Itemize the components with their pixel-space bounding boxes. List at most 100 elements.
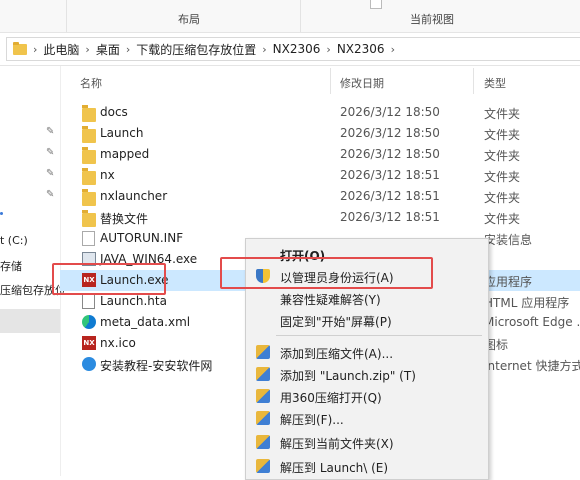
column-header: 名称 修改日期 类型 (60, 66, 580, 96)
file-row-replace-files[interactable]: 替换文件 2026/3/12 18:51 文件夹 (60, 207, 580, 228)
chevron-right-icon[interactable]: › (33, 43, 37, 56)
file-name: Launch.hta (100, 294, 167, 308)
menu-item-label: 添加到压缩文件(A)... (280, 347, 394, 361)
file-date: 2026/3/12 18:50 (340, 147, 440, 161)
menu-item-add-zip[interactable]: 添加到 "Launch.zip" (T) (246, 363, 488, 385)
nx-icon: NX (82, 336, 96, 350)
ribbon-group-current-view: 当前视图 (410, 13, 454, 26)
file-name: 安装教程-安安软件网 (100, 359, 213, 373)
file-name: nx.ico (100, 336, 136, 350)
ribbon: 布局 当前视图 (0, 0, 580, 33)
file-icon (82, 231, 95, 246)
ribbon-dropdown-handle[interactable] (370, 0, 382, 9)
zip-icon (256, 411, 270, 425)
file-row-docs[interactable]: docs 2026/3/12 18:50 文件夹 (60, 102, 580, 123)
file-date: 2026/3/12 18:51 (340, 168, 440, 182)
folder-icon (13, 41, 27, 55)
file-type: 文件夹 (484, 170, 521, 184)
file-name: 替换文件 (100, 212, 149, 226)
menu-item-label: 用360压缩打开(Q) (280, 391, 382, 405)
chevron-right-icon[interactable]: › (126, 43, 130, 56)
chevron-right-icon[interactable]: › (262, 43, 266, 56)
chevron-right-icon[interactable]: › (85, 43, 89, 56)
file-name: nx (100, 168, 115, 182)
pin-icon: ✎ (46, 147, 55, 158)
file-date: 2026/3/12 18:50 (340, 126, 440, 140)
breadcrumb-this-pc[interactable]: 此电脑 (43, 41, 79, 58)
file-type: 文件夹 (484, 107, 521, 121)
menu-item-compatibility[interactable]: 兼容性疑难解答(Y) (246, 287, 488, 309)
file-type: Microsoft Edge ... (484, 315, 580, 329)
menu-item-add-archive[interactable]: 添加到压缩文件(A)... (246, 341, 488, 363)
menu-item-pin-start[interactable]: 固定到"开始"屏幕(P) (246, 309, 488, 331)
file-name: AUTORUN.INF (100, 231, 184, 245)
breadcrumb-nx2306[interactable]: NX2306 (273, 42, 321, 56)
menu-separator (276, 335, 482, 336)
file-date: 2026/3/12 18:50 (340, 105, 440, 119)
sidebar-item-c-drive[interactable]: t (C:) (0, 234, 28, 247)
file-type: 文件夹 (484, 149, 521, 163)
edge-icon (82, 315, 96, 329)
ribbon-group-layout: 布局 (178, 13, 200, 26)
breadcrumb-desktop[interactable]: 桌面 (96, 41, 120, 58)
file-row-mapped[interactable]: ✎ mapped 2026/3/12 18:50 文件夹 (46, 144, 580, 165)
file-row-launch-folder[interactable]: ✎ Launch 2026/3/12 18:50 文件夹 (46, 123, 580, 144)
zip-icon (256, 435, 270, 449)
pin-icon: ✎ (46, 126, 55, 137)
zip-icon (256, 459, 270, 473)
folder-icon (82, 210, 96, 227)
web-shortcut-icon (82, 357, 96, 371)
file-row-nx[interactable]: ✎ nx 2026/3/12 18:51 文件夹 (46, 165, 580, 186)
column-name[interactable]: 名称 (80, 75, 102, 91)
file-name: Launch (100, 126, 144, 140)
column-date[interactable]: 修改日期 (340, 75, 384, 91)
highlight-box-run-as-admin (220, 257, 433, 289)
menu-item-label: 兼容性疑难解答(Y) (280, 293, 381, 307)
sidebar-item-storage[interactable]: 存储 (0, 258, 22, 274)
pin-icon: ✎ (46, 168, 55, 179)
folder-icon (82, 168, 96, 185)
folder-icon (82, 105, 96, 122)
highlight-box-launch-exe (52, 263, 166, 295)
file-name: docs (100, 105, 128, 119)
breadcrumb-download-folder[interactable]: 下载的压缩包存放位置 (136, 41, 256, 58)
file-name: meta_data.xml (100, 315, 191, 329)
nav-indicator (0, 212, 3, 215)
file-type: 文件夹 (484, 128, 521, 142)
file-name: mapped (100, 147, 150, 161)
file-date: 2026/3/12 18:51 (340, 189, 440, 203)
address-bar: › 此电脑 › 桌面 › 下载的压缩包存放位置 › NX2306 › NX230… (0, 33, 580, 66)
ribbon-divider (66, 0, 67, 32)
chevron-right-icon[interactable]: › (391, 43, 395, 56)
folder-icon (82, 147, 96, 164)
menu-item-label: 添加到 "Launch.zip" (T) (280, 369, 416, 383)
pin-icon: ✎ (46, 189, 55, 200)
folder-icon (82, 189, 96, 206)
menu-item-extract-to[interactable]: 解压到(F)... (246, 407, 488, 429)
menu-item-extract-folder[interactable]: 解压到 Launch\ (E) (246, 455, 488, 477)
file-type: 文件夹 (484, 212, 521, 226)
column-divider[interactable] (330, 68, 331, 94)
column-type[interactable]: 类型 (484, 75, 506, 91)
menu-item-open-360[interactable]: 用360压缩打开(Q) (246, 385, 488, 407)
menu-item-label: 解压到 Launch\ (E) (280, 461, 389, 475)
file-date: 2026/3/12 18:51 (340, 210, 440, 224)
menu-item-label: 解压到(F)... (280, 413, 344, 427)
zip-icon (256, 345, 270, 359)
sidebar-item-selected[interactable] (0, 309, 60, 333)
file-row-nxlauncher[interactable]: ✎ nxlauncher 2026/3/12 18:51 文件夹 (46, 186, 580, 207)
hta-icon (82, 294, 95, 309)
address-field[interactable]: › 此电脑 › 桌面 › 下载的压缩包存放位置 › NX2306 › NX230… (6, 37, 580, 61)
file-type: 安装信息 (484, 233, 533, 247)
chevron-right-icon[interactable]: › (326, 43, 330, 56)
menu-item-extract-here[interactable]: 解压到当前文件夹(X) (246, 431, 488, 453)
zip-icon (256, 367, 270, 381)
breadcrumb-nx2306-current[interactable]: NX2306 (337, 42, 385, 56)
file-type: 文件夹 (484, 191, 521, 205)
zip-icon (256, 389, 270, 403)
ribbon-divider (300, 0, 301, 32)
file-name: nxlauncher (100, 189, 168, 203)
file-type: HTML 应用程序 (484, 296, 570, 310)
folder-icon (82, 126, 96, 143)
column-divider[interactable] (473, 68, 474, 94)
